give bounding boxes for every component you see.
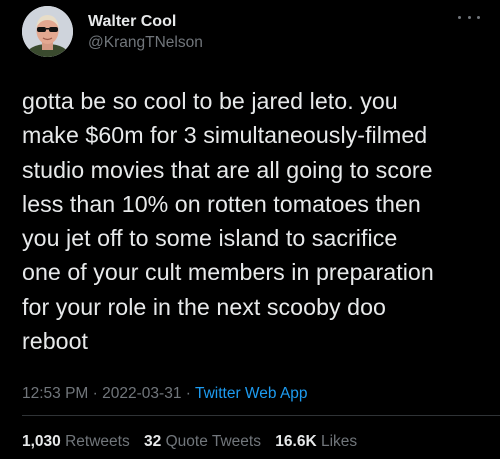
tweet-time[interactable]: 12:53 PM — [22, 385, 88, 402]
tweet-stats: 1,030 Retweets 32 Quote Tweets 16.6K Lik… — [22, 432, 367, 452]
likes-stat[interactable]: 16.6K Likes — [275, 432, 357, 452]
tweet-source-link[interactable]: Twitter Web App — [195, 385, 308, 402]
tweet-header: Walter Cool @KrangTNelson — [22, 6, 480, 58]
more-dot — [467, 15, 471, 19]
author-names: Walter Cool @KrangTNelson — [88, 12, 203, 53]
more-horizontal-icon[interactable] — [458, 10, 480, 24]
user-handle[interactable]: @KrangTNelson — [88, 33, 203, 53]
more-dot — [458, 15, 461, 19]
tweet-meta: 12:53 PM · 2022-03-31 · Twitter Web App — [22, 384, 308, 404]
retweets-count: 1,030 — [22, 433, 61, 450]
meta-separator: · — [185, 385, 191, 402]
retweets-label: Retweets — [65, 433, 130, 450]
meta-separator: · — [92, 385, 98, 402]
tweet-date[interactable]: 2022-03-31 — [102, 385, 181, 402]
more-dot — [477, 15, 480, 19]
likes-count: 16.6K — [275, 433, 317, 450]
tweet-text: gotta be so cool to be jared leto. you m… — [22, 88, 434, 355]
quote-tweets-count: 32 — [144, 433, 162, 450]
display-name[interactable]: Walter Cool — [88, 12, 203, 32]
quote-tweets-stat[interactable]: 32 Quote Tweets — [144, 432, 261, 452]
retweets-stat[interactable]: 1,030 Retweets — [22, 432, 130, 452]
divider — [22, 415, 500, 416]
avatar[interactable] — [22, 6, 73, 57]
likes-label: Likes — [320, 433, 358, 450]
quote-tweets-label: Quote Tweets — [165, 433, 261, 450]
tweet: Walter Cool @KrangTNelson gotta be so co… — [0, 0, 500, 459]
